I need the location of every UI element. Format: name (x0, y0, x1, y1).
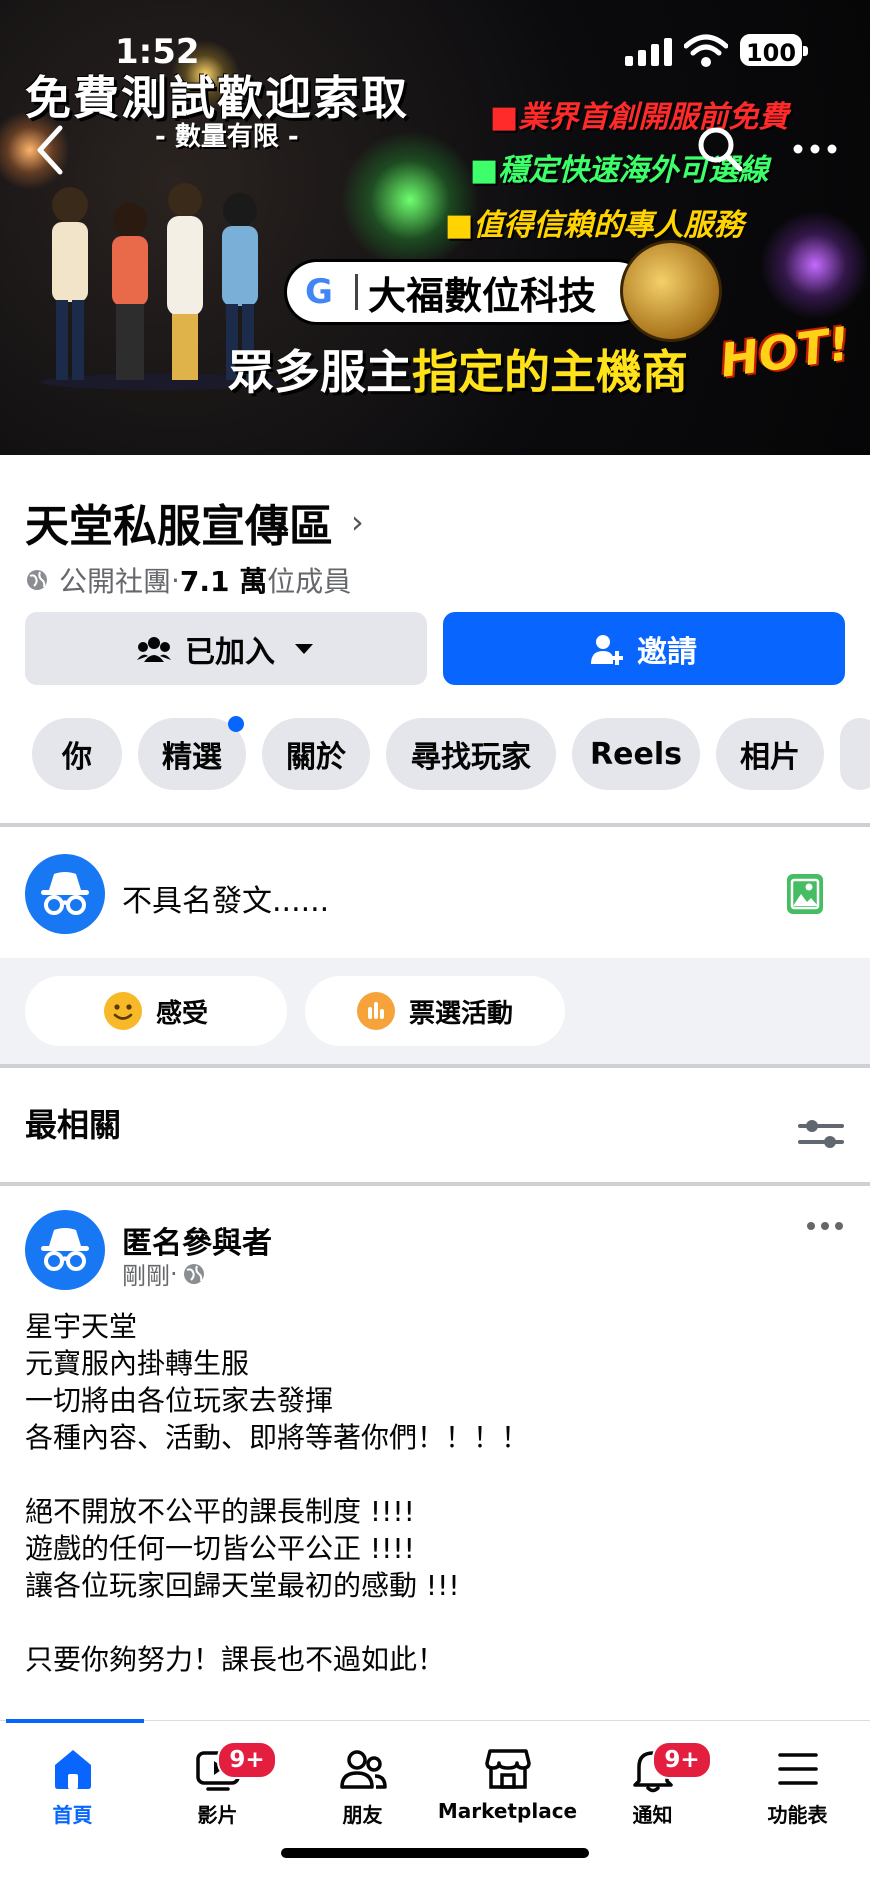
caret-down-icon (295, 643, 313, 654)
nav-home[interactable]: 首頁 (0, 1745, 145, 1828)
ad-brand-name: 大福數位科技 (368, 273, 597, 318)
filter-sliders-icon[interactable] (798, 1114, 844, 1154)
status-time: 1:52 (115, 32, 200, 72)
member-count: 7.1 萬 (179, 565, 268, 598)
invite-button[interactable]: 邀請 (443, 612, 845, 685)
incognito-icon (41, 872, 89, 915)
smiley-icon (103, 992, 142, 1030)
feeling-label: 感受 (155, 998, 208, 1029)
add-person-icon (591, 634, 623, 665)
chevron-right-icon: › (351, 503, 364, 541)
nav-marketplace[interactable]: Marketplace (435, 1745, 580, 1823)
tab-label: 相片 (740, 740, 800, 775)
back-icon[interactable] (30, 120, 70, 180)
nav-label: 朋友 (342, 1803, 383, 1827)
tab-about[interactable]: 關於 (262, 718, 370, 790)
ad-tagline-part1: 眾多服主 (228, 345, 412, 399)
group-meta: 公開社團 · 7.1 萬 位成員 (25, 560, 351, 600)
friends-icon (339, 1750, 387, 1789)
tab-you[interactable]: 你 (32, 718, 122, 790)
section-divider (0, 1182, 870, 1186)
lucky-cat-coin-icon (620, 240, 722, 342)
feeling-button[interactable]: 感受 (25, 976, 287, 1046)
ad-tagline-highlight: 指定的主機商 (412, 345, 688, 399)
section-divider (0, 1064, 870, 1068)
nav-friends[interactable]: 朋友 (290, 1745, 435, 1828)
anonymous-avatar (25, 854, 105, 934)
poll-icon (356, 992, 395, 1030)
ad-tagline: 眾多服主指定的主機商 (228, 336, 688, 402)
tab-find-players[interactable]: 尋找玩家 (386, 718, 556, 790)
nav-label: 影片 (197, 1803, 238, 1827)
nav-menu[interactable]: 功能表 (725, 1745, 870, 1828)
battery-indicator: 100 (740, 34, 808, 67)
meta-separator: · (171, 563, 180, 597)
search-icon[interactable] (695, 124, 745, 174)
firework-decoration (760, 210, 870, 320)
marketplace-icon (484, 1749, 531, 1789)
joined-label: 已加入 (185, 634, 275, 670)
scroll-progress-bar (6, 1719, 144, 1723)
joined-button[interactable]: 已加入 (25, 612, 427, 685)
home-indicator (281, 1848, 589, 1858)
nav-label: 通知 (632, 1803, 673, 1827)
pill-separator (355, 274, 358, 310)
bottom-navigation: 首頁 9+ 影片 朋友 Marketplace 9+ 通知 功能表 (0, 1719, 870, 1883)
tab-label: 你 (62, 740, 92, 775)
ad-subtitle: - 數量有限 - (155, 122, 299, 152)
nav-label: 首頁 (52, 1803, 93, 1827)
group-cover-image[interactable]: 免費測試歡迎索取 - 數量有限 - ■業界首創開服前免費 ■穩定快速海外可選線 … (0, 0, 870, 455)
hot-badge: HOT! (716, 316, 854, 388)
incognito-icon (41, 1228, 89, 1271)
nav-label: Marketplace (437, 1799, 578, 1823)
nav-notifications[interactable]: 9+ 通知 (580, 1741, 725, 1828)
post-time-text: 剛剛 (122, 1262, 170, 1290)
tab-photos[interactable]: 相片 (716, 718, 824, 790)
tab-reels[interactable]: Reels (572, 718, 700, 790)
ad-brand-pill: G 大福數位科技 (287, 262, 647, 322)
invite-label: 邀請 (637, 634, 697, 670)
nav-video[interactable]: 9+ 影片 (145, 1741, 290, 1828)
photo-icon[interactable] (785, 872, 825, 916)
group-name-text: 天堂私服宣傳區 (25, 501, 333, 552)
unread-dot (228, 716, 244, 732)
group-tabs: 你 精選 關於 尋找玩家 Reels 相片 (32, 716, 870, 790)
composer-actions: 感受 票選活動 (0, 958, 870, 1064)
post-more-icon[interactable] (805, 1216, 845, 1236)
post-body: 星宇天堂 元寶服內掛轉生服 一切將由各位玩家去發揮 各種內容、活動、即將等著你們… (25, 1310, 530, 1676)
composer-placeholder: 不具名發文...... (122, 884, 330, 919)
member-count-suffix: 位成員 (267, 565, 352, 598)
tab-label: 精選 (162, 740, 222, 775)
group-members-icon (137, 636, 171, 662)
post-author-avatar[interactable] (25, 1210, 105, 1290)
post-timestamp: 剛剛 · (122, 1256, 206, 1291)
section-divider (0, 823, 870, 827)
poll-button[interactable]: 票選活動 (305, 976, 565, 1046)
anonymous-post-composer[interactable]: 不具名發文...... (0, 830, 870, 958)
menu-icon (777, 1753, 818, 1785)
group-name[interactable]: 天堂私服宣傳區 › (25, 490, 364, 554)
tab-label: 尋找玩家 (411, 740, 531, 775)
post-time-separator: · (170, 1259, 178, 1288)
globe-icon (183, 1263, 204, 1284)
ad-feature-3: ■值得信賴的專人服務 (445, 208, 744, 243)
poll-label: 票選活動 (408, 998, 513, 1029)
tab-label: 關於 (286, 740, 346, 775)
notification-badge: 9+ (652, 1741, 712, 1779)
cellular-signal-icon (625, 38, 672, 66)
wifi-icon (684, 34, 728, 67)
google-logo-icon: G (305, 272, 333, 312)
group-privacy: 公開社團 (59, 565, 172, 598)
home-icon (54, 1750, 91, 1789)
globe-icon (27, 570, 47, 590)
tab-featured[interactable]: 精選 (138, 716, 246, 790)
more-options-icon[interactable] (790, 134, 840, 164)
nav-label: 功能表 (767, 1803, 828, 1827)
sort-label[interactable]: 最相關 (25, 1100, 121, 1146)
status-bar: 1:52 100 (0, 26, 870, 76)
tab-label: Reels (590, 736, 682, 772)
notification-badge: 9+ (217, 1741, 277, 1779)
tab-more[interactable] (840, 718, 870, 790)
